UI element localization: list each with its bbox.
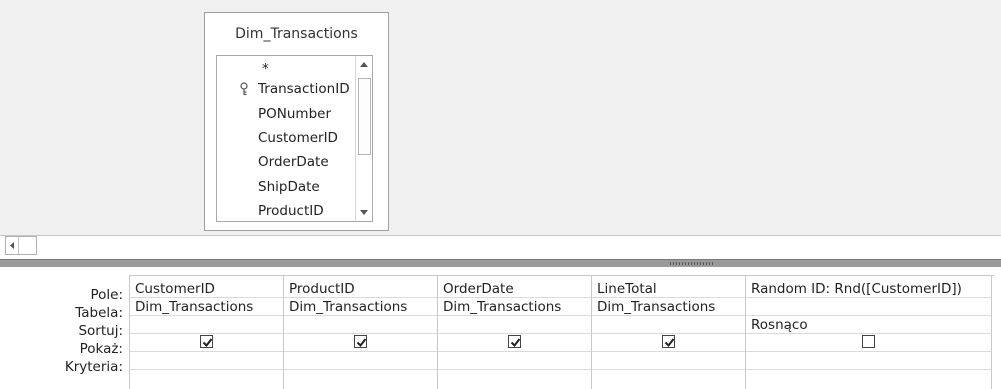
grid-cell-criteria[interactable] [746, 352, 991, 370]
grid-column[interactable]: CustomerID Dim_Transactions [130, 276, 284, 389]
grid-cell-table[interactable]: Dim_Transactions [130, 298, 283, 316]
scroll-up-icon[interactable] [357, 57, 371, 73]
grid-cell-criteria[interactable] [592, 352, 745, 370]
grid-cell-show[interactable] [592, 334, 745, 352]
scroll-down-icon[interactable] [357, 204, 371, 220]
grid-cell-table[interactable]: Dim_Transactions [284, 298, 437, 316]
grid-cell-show[interactable] [284, 334, 437, 352]
row-label-sort: Sortuj: [78, 323, 123, 339]
grid-cell-criteria[interactable] [438, 352, 591, 370]
table-diagram-pane[interactable]: Dim_Transactions * TransactionID PONumber C… [0, 0, 1001, 236]
horizontal-scrollbar[interactable] [5, 236, 37, 255]
show-checkbox-checked[interactable] [508, 335, 521, 348]
field-label: TransactionID [258, 81, 350, 97]
grid-cell-show[interactable] [438, 334, 591, 352]
primary-key-icon [239, 82, 249, 96]
scroll-left-icon[interactable] [6, 237, 19, 254]
grid-cell-field[interactable]: CustomerID [130, 280, 283, 298]
check-icon [510, 338, 521, 348]
show-checkbox[interactable] [862, 335, 875, 348]
show-checkbox-checked[interactable] [200, 335, 213, 348]
grid-column[interactable]: LineTotal Dim_Transactions [592, 276, 746, 389]
check-icon [664, 338, 675, 348]
grid-cell-table[interactable] [746, 298, 991, 316]
grid-cell-field[interactable]: OrderDate [438, 280, 591, 298]
grid-cell-table[interactable]: Dim_Transactions [438, 298, 591, 316]
grid-cell-show[interactable] [746, 334, 991, 352]
grid-cell-field[interactable]: Random ID: Rnd([CustomerID]) [746, 280, 991, 298]
grid-column[interactable]: Random ID: Rnd([CustomerID]) Rosnąco [746, 276, 992, 389]
row-label-criteria: Kryteria: [64, 359, 123, 375]
table-field-list-window[interactable]: Dim_Transactions * TransactionID PONumber C… [204, 12, 389, 231]
grid-cell-field[interactable]: ProductID [284, 280, 437, 298]
field-label: ProductID [258, 203, 324, 219]
show-checkbox-checked[interactable] [662, 335, 675, 348]
field-label: PONumber [258, 106, 331, 122]
show-checkbox-checked[interactable] [354, 335, 367, 348]
grid-cell-table[interactable]: Dim_Transactions [592, 298, 745, 316]
row-label-field: Pole: [90, 287, 123, 303]
grid-cell-field[interactable]: LineTotal [592, 280, 745, 298]
splitter-grip[interactable] [670, 262, 715, 265]
table-title[interactable]: Dim_Transactions [205, 26, 388, 42]
field-list[interactable]: * TransactionID PONumber CustomerID OrderDat… [216, 55, 373, 222]
grid-cell-sort[interactable] [130, 316, 283, 334]
grid-cell-sort[interactable] [284, 316, 437, 334]
row-label-show: Pokaż: [79, 341, 123, 357]
field-label: OrderDate [258, 154, 329, 170]
scroll-thumb[interactable] [358, 78, 371, 155]
grid-cell-show[interactable] [130, 334, 283, 352]
grid-column[interactable]: ProductID Dim_Transactions [284, 276, 438, 389]
grid-cell-sort[interactable]: Rosnąco [746, 316, 991, 334]
grid-cell-criteria[interactable] [130, 352, 283, 370]
grid-cell-sort[interactable] [438, 316, 591, 334]
check-icon [356, 338, 367, 348]
vertical-scrollbar[interactable] [355, 56, 372, 221]
field-label: * [262, 61, 269, 77]
query-design-grid[interactable]: CustomerID Dim_Transactions ProductID Dim_T… [129, 275, 994, 389]
field-label: CustomerID [258, 130, 338, 146]
field-label: ShipDate [258, 179, 320, 195]
query-design-grid-pane: Pole: Tabela: Sortuj: Pokaż: Kryteria: C… [0, 267, 1001, 389]
check-icon [202, 338, 213, 348]
grid-cell-criteria[interactable] [284, 352, 437, 370]
grid-cell-sort[interactable] [592, 316, 745, 334]
grid-column[interactable]: OrderDate Dim_Transactions [438, 276, 592, 389]
row-label-table: Tabela: [75, 305, 123, 321]
